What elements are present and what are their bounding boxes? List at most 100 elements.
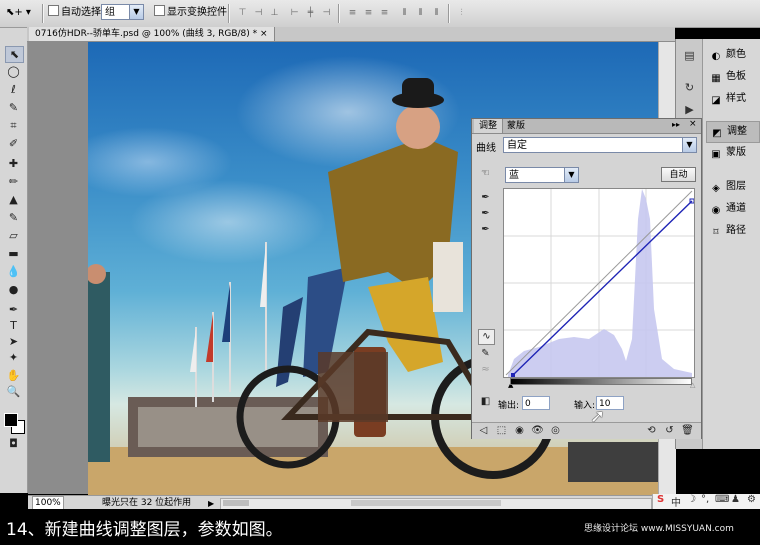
ime-punct-icon[interactable]: °, <box>701 494 709 505</box>
move-tool-preset-icon[interactable]: ⬉+ ▾ <box>6 5 36 21</box>
status-bar: 100% 曝光只在 32 位起作用 ▶ <box>28 495 675 510</box>
align-top-icon[interactable]: ⊤ <box>236 7 249 19</box>
ime-moon-icon[interactable]: ☽ <box>687 494 696 505</box>
history-icon[interactable]: ↻ <box>682 80 697 95</box>
ime-lang-icon[interactable]: 中 <box>671 494 681 509</box>
actions-icon[interactable]: ▶ <box>682 102 697 117</box>
pencil-curve-icon[interactable]: ✎ <box>478 347 493 361</box>
panel-close-icon[interactable]: × <box>689 119 697 129</box>
dock-item-adjustments[interactable]: ◩ 调整 <box>706 121 760 143</box>
hand-tool-icon[interactable]: ✋ <box>5 368 22 383</box>
brush-tool-icon[interactable]: ✏ <box>5 174 22 189</box>
trash-icon[interactable]: 🗑 <box>680 424 695 438</box>
visibility-icon[interactable]: 👁 <box>530 424 545 438</box>
collapse-icon[interactable]: ▸▸ <box>672 120 680 129</box>
dock-item-paths[interactable]: ⌑ 路径 <box>706 221 758 241</box>
dock-item-label: 图层 <box>726 181 746 192</box>
quick-select-tool-icon[interactable]: ✎ <box>5 100 22 115</box>
gradient-tool-icon[interactable]: ▬ <box>5 246 22 261</box>
auto-select-dropdown[interactable]: 组 ▼ <box>101 4 144 20</box>
history-brush-tool-icon[interactable]: ✎ <box>5 210 22 225</box>
white-point-eyedropper-icon[interactable]: ✒ <box>478 223 493 237</box>
on-image-adjust-icon[interactable]: ☜ <box>478 167 493 181</box>
align-left-icon[interactable]: ⊢ <box>288 7 301 19</box>
crop-tool-icon[interactable]: ⌗ <box>5 118 22 133</box>
black-point-eyedropper-icon[interactable]: ✒ <box>478 191 493 205</box>
color-icon: ◐ <box>711 51 721 62</box>
expand-view-icon[interactable]: ⬚ <box>494 424 509 438</box>
dock-item-channels[interactable]: ◉ 通道 <box>706 199 758 219</box>
curve-point[interactable] <box>511 373 515 377</box>
ime-keyboard-icon[interactable]: ⌨ <box>715 494 729 505</box>
path-select-tool-icon[interactable]: ➤ <box>5 334 22 349</box>
move-tool-icon[interactable]: ⬉ <box>5 46 24 63</box>
gray-point-eyedropper-icon[interactable]: ✒ <box>478 207 493 221</box>
document-tab-bar: 0716仿HDR--骄单车.psd @ 100% (曲线 3, RGB/8) *… <box>27 27 675 42</box>
reset-icon[interactable]: ↺ <box>662 424 677 438</box>
distribute-left-icon[interactable]: ⫴ <box>398 7 411 19</box>
close-icon[interactable]: × <box>260 29 268 39</box>
tab-adjustments[interactable]: 调整 <box>474 119 504 133</box>
healing-tool-icon[interactable]: ✚ <box>5 156 22 171</box>
align-vcenter-icon[interactable]: ⊣ <box>252 7 265 19</box>
ime-logo-icon[interactable]: S <box>657 494 664 505</box>
scroll-thumb[interactable] <box>223 500 249 506</box>
foreground-color-swatch-front[interactable] <box>4 413 18 427</box>
show-transform-checkbox[interactable]: 显示变换控件 <box>154 5 227 21</box>
eraser-tool-icon[interactable]: ▱ <box>5 228 22 243</box>
auto-align-icon[interactable]: ⫶ <box>455 7 468 19</box>
clip-warning-icon[interactable]: ◧ <box>478 395 493 409</box>
pen-tool-icon[interactable]: ✒ <box>5 302 22 317</box>
align-right-icon[interactable]: ⊣ <box>320 7 333 19</box>
divider <box>448 4 450 23</box>
view-previous-icon[interactable]: ◎ <box>548 424 563 438</box>
distribute-right-icon[interactable]: ⫴ <box>430 7 443 19</box>
type-tool-icon[interactable]: T <box>5 318 22 333</box>
channel-dropdown[interactable]: 蓝 ▼ <box>505 167 579 183</box>
tab-masks[interactable]: 蒙版 <box>502 119 530 133</box>
dock-item-masks[interactable]: ▣ 蒙版 <box>706 143 758 163</box>
dock-item-color[interactable]: ◐ 颜色 <box>706 45 758 65</box>
curve-point-tool-icon[interactable]: ∿ <box>478 329 495 345</box>
chevron-down-icon: ▼ <box>564 168 578 182</box>
distribute-vcenter-icon[interactable]: ≡ <box>362 7 375 19</box>
ime-user-icon[interactable]: ♟ <box>731 494 740 505</box>
curves-graph[interactable] <box>503 188 695 385</box>
document-tab[interactable]: 0716仿HDR--骄单车.psd @ 100% (曲线 3, RGB/8) *… <box>29 27 275 41</box>
distribute-hcenter-icon[interactable]: ⫴ <box>414 7 427 19</box>
panel-footer: ◁ ⬚ ◉ 👁 ◎ ⟲ ↺ 🗑 <box>472 422 701 439</box>
paths-icon: ⌑ <box>713 227 719 238</box>
back-icon[interactable]: ◁ <box>476 424 491 438</box>
distribute-top-icon[interactable]: ≡ <box>346 7 359 19</box>
stamp-tool-icon[interactable]: ▲ <box>5 192 22 207</box>
dock-item-styles[interactable]: ◪ 样式 <box>706 89 758 109</box>
zoom-tool-icon[interactable]: 🔍 <box>5 384 22 399</box>
histogram-icon[interactable]: ▤ <box>682 48 697 63</box>
smooth-curve-icon[interactable]: ≈ <box>478 363 493 377</box>
lasso-tool-icon[interactable]: ℓ <box>5 82 22 97</box>
ime-settings-icon[interactable]: ⚙ <box>747 494 756 505</box>
dock-item-swatches[interactable]: ▦ 色板 <box>706 67 758 87</box>
output-field[interactable]: 0 <box>522 396 550 410</box>
distribute-bottom-icon[interactable]: ≡ <box>378 7 391 19</box>
auto-select-label: 自动选择: <box>61 7 105 18</box>
zoom-field[interactable]: 100% <box>32 496 64 510</box>
blur-tool-icon[interactable]: 💧 <box>5 264 22 279</box>
caption-bar: 14、新建曲线调整图层，参数如图。 思缘设计论坛 www.MISSYUAN.co… <box>0 509 760 545</box>
eyedropper-tool-icon[interactable]: ✐ <box>5 136 22 151</box>
dodge-tool-icon[interactable]: ● <box>5 282 22 297</box>
document-tab-title: 0716仿HDR--骄单车.psd @ 100% (曲线 3, RGB/8) * <box>35 29 258 39</box>
align-hcenter-icon[interactable]: ╪ <box>304 7 317 19</box>
quick-mask-icon[interactable]: ◘ <box>5 436 22 451</box>
marquee-tool-icon[interactable]: ◯ <box>5 64 22 79</box>
auto-button[interactable]: 自动 <box>661 167 696 182</box>
clip-layer-icon[interactable]: ◉ <box>512 424 527 438</box>
preset-dropdown[interactable]: 自定 ▼ <box>503 137 697 153</box>
tools-panel: ⬉ ◯ ℓ ✎ ⌗ ✐ ✚ ✏ ▲ ✎ ▱ ▬ 💧 ● ✒ T ➤ ✦ ✋ 🔍 … <box>0 28 28 493</box>
scroll-thumb-main[interactable] <box>351 500 501 506</box>
align-bottom-icon[interactable]: ⊥ <box>268 7 281 19</box>
shape-tool-icon[interactable]: ✦ <box>5 350 22 365</box>
view-previous-state-icon[interactable]: ⟲ <box>644 424 659 438</box>
auto-select-checkbox[interactable]: 自动选择: <box>48 5 104 21</box>
dock-item-layers[interactable]: ◈ 图层 <box>706 177 758 197</box>
